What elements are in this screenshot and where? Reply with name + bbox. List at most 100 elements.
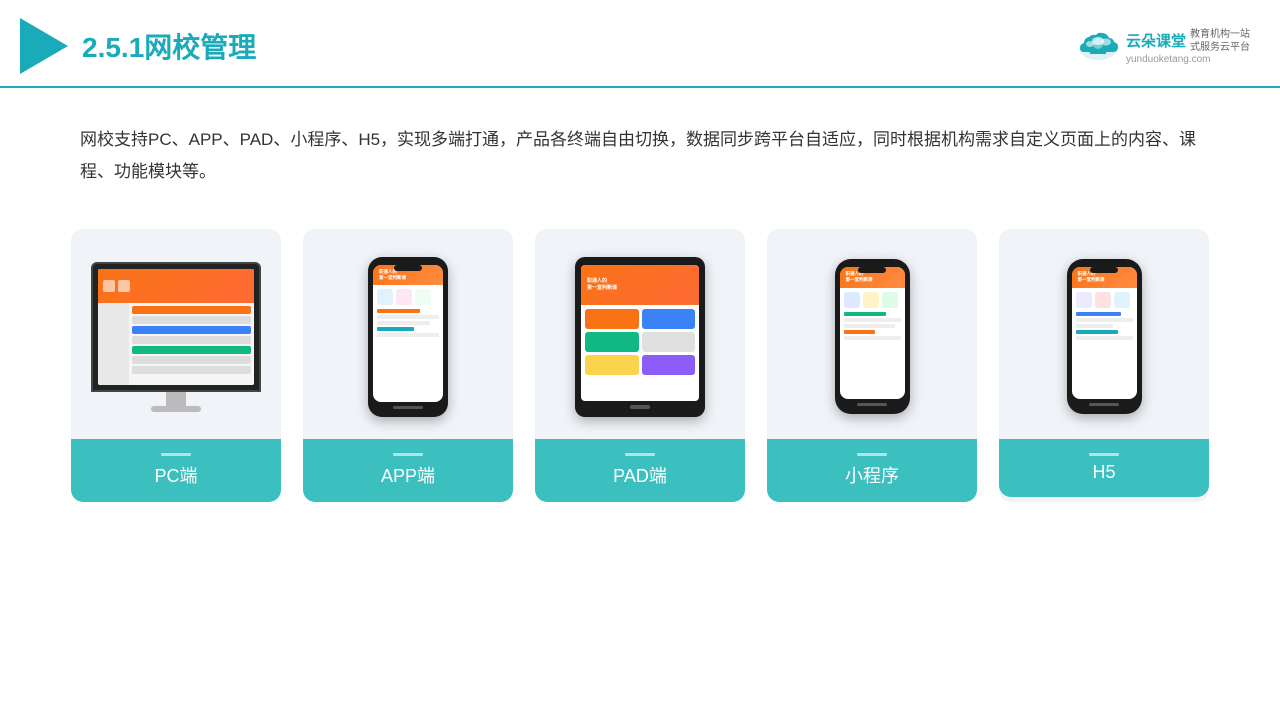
page-title: 2.5.1网校管理: [82, 26, 256, 66]
screen-header-bar: [98, 269, 254, 304]
h5-image-area: 职通人的第一堂判断课: [999, 229, 1209, 439]
card-h5: 职通人的第一堂判断课: [999, 229, 1209, 502]
content-row: [377, 321, 430, 325]
phone-icons-row: [840, 288, 905, 310]
phone-screen-mini: 职通人的第一堂判断课: [840, 267, 905, 399]
brand-name: 云朵课堂: [1126, 30, 1186, 51]
content-row: [377, 333, 439, 337]
brand-text-block: 云朵课堂 教育机构一站 式服务云平台 yunduoketang.com: [1126, 28, 1250, 65]
card-label-app: APP端: [303, 439, 513, 502]
phone-home-bar: [1089, 403, 1119, 406]
mini-icon: [415, 289, 431, 305]
mini-icon: [844, 292, 860, 308]
screen-row: [132, 366, 251, 374]
screen-content: [98, 269, 254, 385]
content-row: [377, 309, 420, 313]
monitor-screen-outer: [91, 262, 261, 392]
content-row: [377, 327, 414, 331]
mini-icon: [377, 289, 393, 305]
device-cards-container: PC端 职通人的第一堂判断课: [0, 209, 1280, 532]
tablet-card: [642, 355, 696, 375]
phone-icons-row: [1072, 288, 1137, 310]
mini-icon: [396, 289, 412, 305]
screen-main: [129, 303, 254, 384]
phone-notch: [394, 265, 422, 271]
tablet-card: [585, 309, 639, 329]
app-image-area: 职通人的第一堂判断课: [303, 229, 513, 439]
tablet-home-bar: [630, 405, 650, 409]
card-label-pc: PC端: [71, 439, 281, 502]
header-bar-item: [118, 280, 130, 292]
card-label-pad: PAD端: [535, 439, 745, 502]
card-app: 职通人的第一堂判断课: [303, 229, 513, 502]
mini-icon: [1095, 292, 1111, 308]
phone-mockup-mini: 职通人的第一堂判断课: [835, 259, 910, 414]
phone-content-rows: [840, 310, 905, 342]
screen-row: [132, 356, 251, 364]
screen-sidebar: [98, 303, 129, 384]
screen-row: [132, 336, 251, 344]
phone-content-rows: [1072, 310, 1137, 342]
header-left: 2.5.1网校管理: [20, 18, 256, 74]
monitor-screen: [98, 269, 254, 385]
phone-mockup-h5: 职通人的第一堂判断课: [1067, 259, 1142, 414]
content-row: [377, 315, 439, 319]
phone-screen-app: 职通人的第一堂判断课: [373, 265, 443, 402]
tablet-card: [585, 332, 639, 352]
tablet-screen: 职通人的第一堂判断课: [581, 265, 699, 401]
section-number: 2.5.1: [82, 32, 144, 63]
mini-icon: [1114, 292, 1130, 308]
phone-home-bar: [857, 403, 887, 406]
card-pad: 职通人的第一堂判断课 PAD端: [535, 229, 745, 502]
brand-name-label: 云朵课堂 教育机构一站 式服务云平台: [1126, 28, 1250, 54]
brand-logo: 云朵课堂 教育机构一站 式服务云平台 yunduoketang.com: [1076, 28, 1250, 65]
content-row: [1076, 318, 1133, 322]
monitor-base: [151, 406, 201, 412]
mini-icon: [1076, 292, 1092, 308]
phone-icons-row: [373, 285, 443, 307]
tablet-banner-text: 职通人的第一堂判断课: [587, 278, 617, 292]
screen-row: [132, 316, 251, 324]
content-row: [1076, 330, 1119, 334]
content-row: [844, 318, 901, 322]
card-label-mini: 小程序: [767, 439, 977, 502]
header-right: 云朵课堂 教育机构一站 式服务云平台 yunduoketang.com: [1076, 28, 1250, 65]
tablet-screen-body: [581, 305, 699, 379]
card-pc: PC端: [71, 229, 281, 502]
mini-icon: [882, 292, 898, 308]
phone-screen-h5: 职通人的第一堂判断课: [1072, 267, 1137, 399]
tablet-card: [642, 332, 696, 352]
brand-url: yunduoketang.com: [1126, 54, 1211, 65]
content-row: [1076, 324, 1113, 328]
pc-image-area: [71, 229, 281, 439]
header-bar-item: [103, 280, 115, 292]
pad-image-area: 职通人的第一堂判断课: [535, 229, 745, 439]
content-row: [1076, 336, 1133, 340]
monitor-stand: [166, 392, 186, 406]
content-row: [844, 330, 875, 334]
phone-notch: [858, 267, 886, 273]
phone-notch: [1090, 267, 1118, 273]
screen-row: [132, 326, 251, 334]
logo-icon: [20, 18, 68, 74]
screen-row: [132, 346, 251, 354]
content-row: [844, 312, 887, 316]
description-paragraph: 网校支持PC、APP、PAD、小程序、H5，实现多端打通，产品各终端自由切换，数…: [80, 124, 1200, 189]
phone-content-rows: [373, 307, 443, 339]
cloud-logo-icon: [1076, 30, 1120, 62]
description-text: 网校支持PC、APP、PAD、小程序、H5，实现多端打通，产品各终端自由切换，数…: [0, 88, 1280, 209]
content-row: [844, 336, 901, 340]
brand-slogan: 教育机构一站 式服务云平台: [1190, 28, 1250, 54]
tablet-card: [642, 309, 696, 329]
miniprogram-image-area: 职通人的第一堂判断课: [767, 229, 977, 439]
phone-home-bar: [393, 406, 423, 409]
tablet-screen-top: 职通人的第一堂判断课: [581, 265, 699, 306]
content-row: [1076, 312, 1122, 316]
screen-row: [132, 306, 251, 314]
mini-icon: [863, 292, 879, 308]
page-header: 2.5.1网校管理 云朵课堂 教育机构一站 式服务云平台: [0, 0, 1280, 88]
card-miniprogram: 职通人的第一堂判断课: [767, 229, 977, 502]
card-label-h5: H5: [999, 439, 1209, 497]
title-text: 网校管理: [144, 32, 256, 63]
tablet-mockup: 职通人的第一堂判断课: [575, 257, 705, 417]
